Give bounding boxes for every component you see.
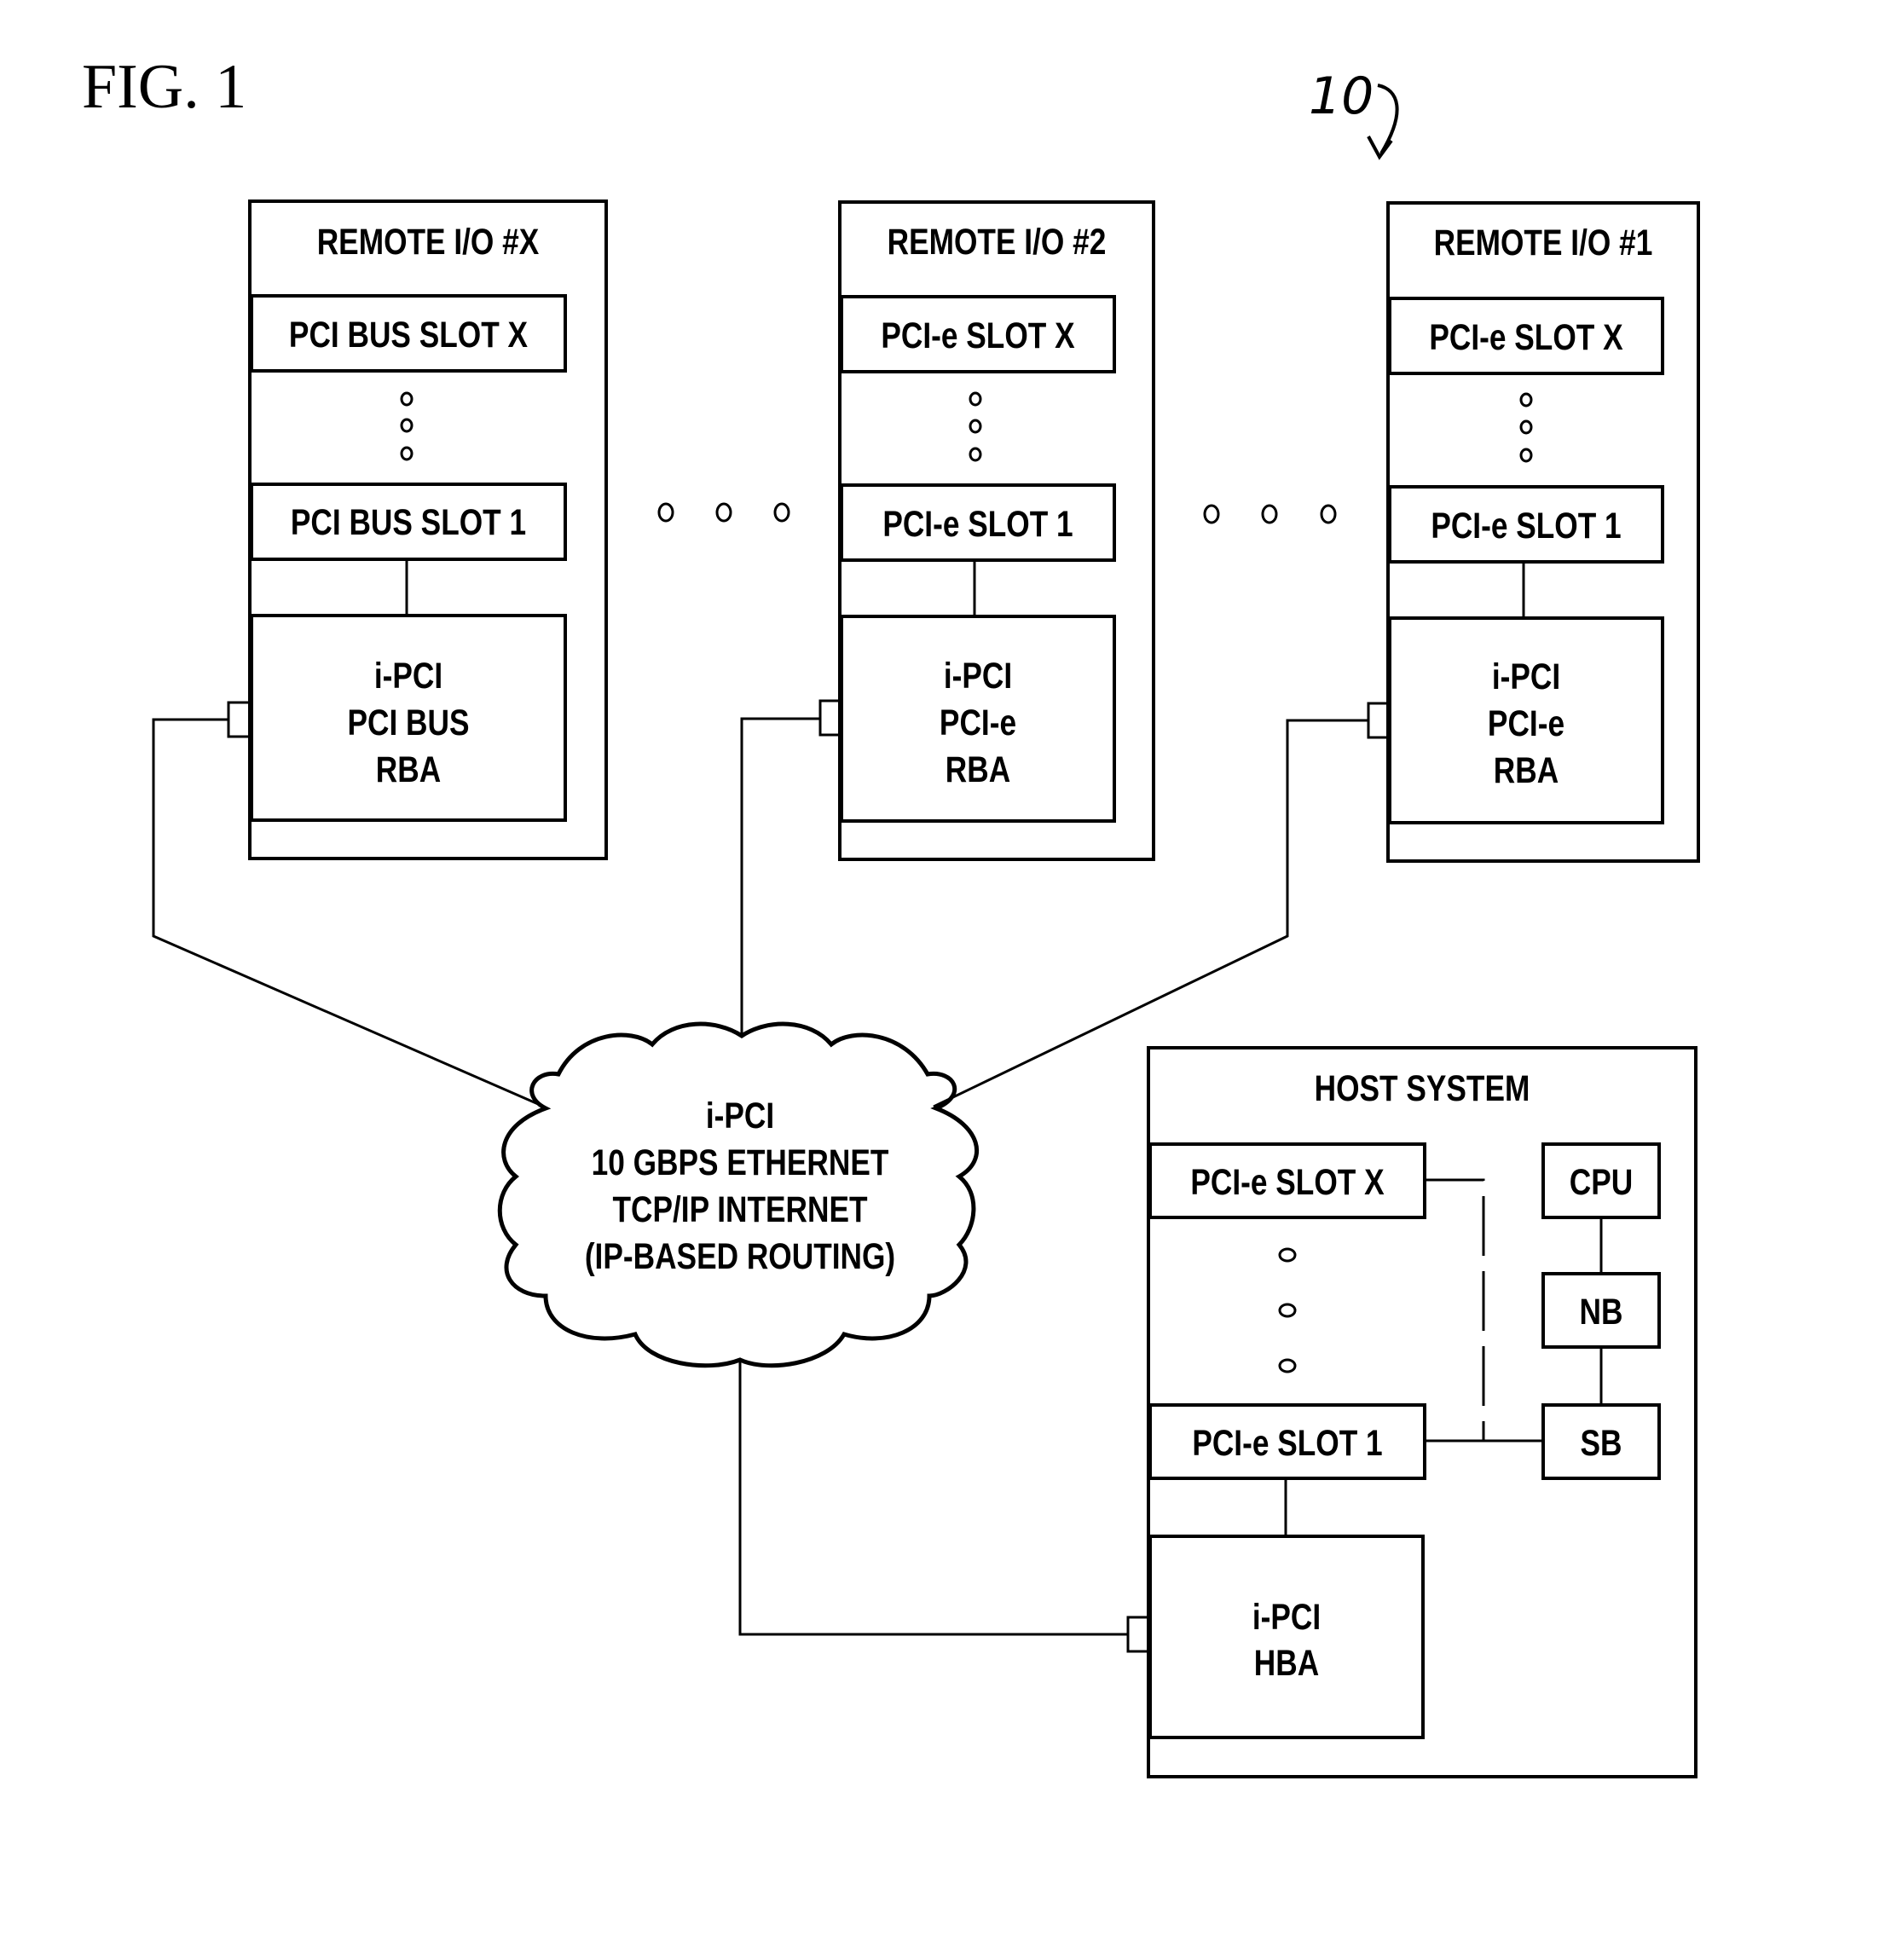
nb-label: NB [1579,1292,1623,1333]
remote-x-adapter-line3: RBA [375,749,442,790]
remote-2-title: REMOTE I/O #2 [887,222,1107,263]
remote-1-adapter-line1: i-PCI [1491,656,1561,697]
network-line4: (IP-BASED ROUTING) [584,1236,896,1277]
remote-x-title: REMOTE I/O #X [316,222,540,263]
remote-1-adapter-line2: PCI-e [1487,703,1565,744]
host-title: HOST SYSTEM [1314,1068,1530,1109]
remote-2-slot-bottom-label: PCI-e SLOT 1 [882,504,1073,545]
diagram-canvas [152,84,1700,1778]
remote-1-slot-bottom-label: PCI-e SLOT 1 [1431,506,1622,546]
reference-arrow [1377,84,1399,155]
host-connector [1126,1616,1150,1653]
remote-x-adapter-line1: i-PCI [373,656,443,697]
network-line3: TCP/IP INTERNET [612,1189,868,1230]
remote-x-connector [227,701,252,738]
host-adapter-line2: HBA [1253,1643,1320,1684]
sb-label: SB [1580,1423,1622,1464]
host-slot-bottom-label: PCI-e SLOT 1 [1192,1423,1383,1464]
remote-x-slot-bottom-label: PCI BUS SLOT 1 [290,502,527,543]
remote-1-title: REMOTE I/O #1 [1433,223,1653,263]
link-remote-2 [740,717,820,1036]
remote-2-adapter-line3: RBA [945,749,1011,790]
network-line2: 10 GBPS ETHERNET [591,1142,889,1183]
link-host [738,1360,1128,1636]
remote-2-adapter-line2: PCI-e [939,702,1017,743]
cpu-label: CPU [1569,1162,1634,1203]
network-line1: i-PCI [705,1096,775,1136]
remote-2-adapter-line1: i-PCI [943,656,1013,697]
remote-x-adapter-line2: PCI BUS [347,702,470,743]
remote-x-slot-top-label: PCI BUS SLOT X [288,315,529,356]
host-slot-top-label: PCI-e SLOT X [1190,1162,1385,1203]
host-adapter-line1: i-PCI [1252,1597,1322,1638]
remote-1-adapter-line3: RBA [1493,750,1559,791]
remote-2-slot-top-label: PCI-e SLOT X [881,315,1075,356]
remote-1-slot-top-label: PCI-e SLOT X [1429,317,1623,358]
